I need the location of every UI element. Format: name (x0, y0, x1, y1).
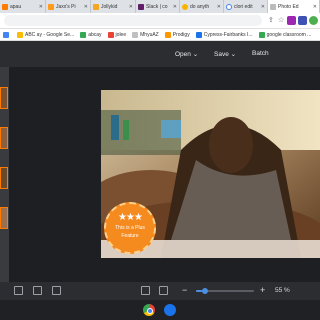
star-icon[interactable]: ☆ (278, 16, 284, 25)
bookmark-icon (17, 31, 23, 38)
chrome-inner-icon (147, 308, 153, 314)
zoom-slider[interactable] (196, 288, 254, 294)
bookmark-icon (258, 31, 265, 38)
left-filmstrip (0, 67, 9, 282)
browser-tab-bar: apau ✕ Jaxx's Pi ✕ Jollykid ✕ Slack | co… (0, 0, 320, 13)
zoom-value: 55 % (275, 287, 290, 294)
image-thumbnail[interactable] (0, 87, 8, 109)
bookmark-label: Prodigy (172, 31, 190, 38)
extension-icon[interactable] (298, 16, 307, 25)
apps-grid-icon (3, 31, 9, 38)
tab-favicon-icon (93, 3, 99, 10)
bookmark-item[interactable]: jolee (105, 31, 130, 38)
close-icon[interactable]: ✕ (172, 4, 177, 10)
bookmark-item[interactable]: Cypress-Fairbanks I... (193, 31, 256, 38)
os-taskbar (0, 300, 320, 320)
close-icon[interactable]: ✕ (128, 4, 133, 10)
tab-label: Jollykid (101, 3, 118, 10)
zoom-in-button[interactable]: + (260, 285, 265, 295)
bookmark-icon (164, 31, 171, 38)
tab-favicon-icon (138, 3, 144, 10)
stars-icon: ★★★ (118, 212, 143, 223)
url-input[interactable] (4, 15, 262, 26)
google-favicon-icon (226, 3, 232, 10)
profile-avatar-icon[interactable] (309, 16, 318, 25)
copy-icon[interactable] (33, 286, 42, 295)
editor-toolbar: Open ⌄ Save ⌄ Batch (0, 41, 320, 67)
bookmark-item[interactable]: ABC ay - Google Se... (14, 31, 77, 38)
tab-4[interactable]: do anyth ✕ (180, 0, 224, 13)
share-icon[interactable]: ⇪ (268, 16, 274, 25)
image-thumbnail[interactable] (0, 207, 8, 229)
tab-2[interactable]: Jollykid ✕ (91, 0, 136, 13)
bookmark-item[interactable]: google classroom ... (256, 31, 315, 38)
image-thumbnail[interactable] (0, 167, 8, 189)
photo-canvas[interactable]: ★★★ This is a Plus Feature (101, 90, 320, 258)
tab-0[interactable]: apau ✕ (0, 0, 46, 13)
bookmark-icon (107, 31, 114, 38)
bookmark-item[interactable]: abcay (77, 31, 104, 38)
zoom-out-button[interactable]: − (182, 285, 187, 295)
tab-label: do anyth (190, 3, 210, 10)
history-icon[interactable] (52, 286, 61, 295)
tab-label: clori edit (234, 3, 253, 10)
bookmark-icon (132, 31, 139, 38)
batch-button[interactable]: Batch (252, 50, 269, 57)
badge-line1: This is a Plus (115, 225, 145, 231)
tab-label: Slack | co (146, 3, 168, 10)
tab-label: Photo Ed (278, 3, 299, 10)
extension-icon[interactable] (287, 16, 296, 25)
bookmark-label: Cypress-Fairbanks I... (203, 31, 253, 38)
bookmark-label: MhyuAZ (140, 31, 159, 38)
close-icon[interactable]: ✕ (216, 4, 221, 10)
tab-favicon-icon (48, 3, 54, 10)
tab-label: Jaxx's Pi (56, 3, 76, 10)
bookmark-label: google classroom ... (266, 31, 312, 38)
fit-screen-icon[interactable] (141, 286, 150, 295)
bookmark-item[interactable]: Prodigy (162, 31, 193, 38)
open-menu-button[interactable]: Open ⌄ (175, 50, 198, 58)
meet-icon[interactable] (164, 304, 176, 316)
tab-6-active[interactable]: Photo Ed ✕ (268, 0, 320, 13)
zoom-slider-handle[interactable] (202, 288, 208, 294)
close-icon[interactable]: ✕ (260, 4, 265, 10)
image-thumbnail[interactable] (0, 127, 8, 149)
bookmark-apps[interactable] (0, 31, 14, 38)
badge-line2: Feature (121, 233, 139, 239)
bookmark-icon (80, 31, 87, 38)
address-bar: ⇪ ☆ (0, 13, 320, 29)
close-icon[interactable]: ✕ (83, 4, 88, 10)
bookmark-icon (195, 31, 202, 38)
tab-label: apau (10, 3, 22, 10)
tab-5[interactable]: clori edit ✕ (224, 0, 268, 13)
bookmarks-bar: ABC ay - Google Se... abcay jolee MhyuAZ… (0, 29, 320, 41)
bookmark-label: jolee (115, 31, 127, 38)
tab-favicon-icon (182, 3, 188, 10)
layers-icon[interactable] (14, 286, 23, 295)
bookmark-item[interactable]: MhyuAZ (129, 31, 162, 38)
editor-bottom-bar: − + 55 % (0, 282, 320, 300)
save-menu-button[interactable]: Save ⌄ (214, 50, 236, 58)
close-icon[interactable]: ✕ (312, 4, 317, 10)
tab-favicon-icon (270, 3, 276, 10)
tab-1[interactable]: Jaxx's Pi ✕ (46, 0, 91, 13)
bookmark-label: abcay (88, 31, 102, 38)
close-icon[interactable]: ✕ (38, 4, 43, 10)
plus-feature-badge[interactable]: ★★★ This is a Plus Feature (104, 202, 156, 254)
image-icon[interactable] (159, 286, 168, 295)
tab-3[interactable]: Slack | co ✕ (136, 0, 180, 13)
bookmark-label: ABC ay - Google Se... (25, 31, 75, 38)
tab-favicon-icon (2, 3, 8, 10)
